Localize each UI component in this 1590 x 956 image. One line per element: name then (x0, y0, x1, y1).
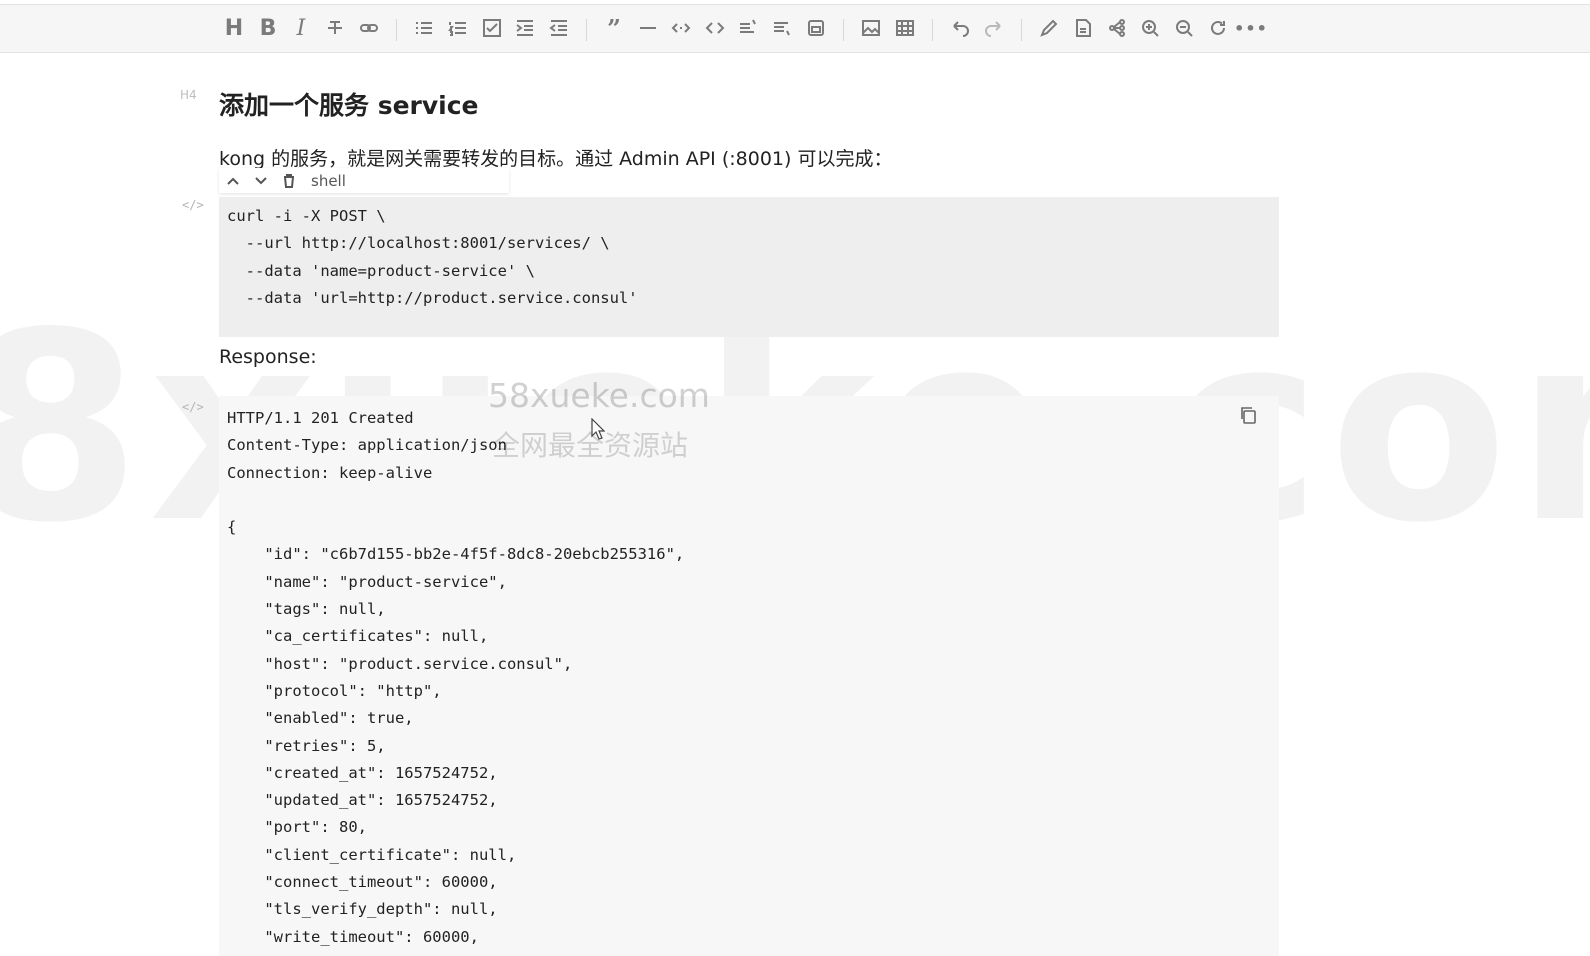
code-line: "created_at": 1657524752, (227, 763, 498, 782)
toolbar-divider (843, 19, 844, 41)
code-line: HTTP/1.1 201 Created (227, 409, 414, 427)
zoom-out-icon[interactable] (1170, 14, 1198, 42)
edit-icon[interactable] (1035, 14, 1063, 42)
code-line: "enabled": true, (227, 709, 414, 728)
code-line: "protocol": "http", (227, 681, 442, 700)
quote-icon[interactable]: ” (600, 14, 628, 43)
code-line: "updated_at": 1657524752, (227, 791, 498, 810)
outdent-icon[interactable] (545, 14, 573, 42)
bold-icon[interactable]: B (254, 14, 282, 42)
code-block-marker: </> (182, 198, 204, 212)
code-block-marker: </> (182, 400, 204, 414)
curl-code-block[interactable]: curl -i -X POST \ --url http://localhost… (219, 197, 1279, 337)
code-line: "tags": null, (227, 600, 386, 619)
code-line: Content-Type: application/json (227, 436, 507, 455)
image-icon[interactable] (857, 14, 885, 42)
code-line: Connection: keep-alive (227, 463, 433, 482)
pdf-icon[interactable] (1069, 14, 1097, 42)
code-line: "host": "product.service.consul", (227, 654, 573, 673)
zoom-in-icon[interactable] (1136, 14, 1164, 42)
unordered-list-icon[interactable] (410, 14, 438, 42)
ordered-list-icon[interactable] (444, 14, 472, 42)
italic-icon[interactable]: I (287, 14, 315, 42)
refresh-icon[interactable] (1204, 14, 1232, 42)
horizontal-rule-icon[interactable] (634, 14, 662, 42)
strikethrough-icon[interactable] (321, 14, 349, 42)
heading-level-marker: H4 (180, 88, 197, 102)
toolbar-divider (932, 19, 933, 41)
export-icon[interactable] (802, 14, 830, 42)
code-line: "client_certificate": null, (227, 845, 517, 864)
code-line: "name": "product-service", (227, 572, 507, 591)
code-block-icon[interactable] (701, 14, 729, 42)
code-line: "tls_verify_depth": null, (227, 900, 498, 919)
code-line: --url http://localhost:8001/services/ \ (227, 234, 610, 253)
response-code-block[interactable]: HTTP/1.1 201 Created Content-Type: appli… (219, 396, 1279, 956)
more-icon[interactable]: ••• (1234, 14, 1267, 42)
code-block-toolbar: shell (219, 168, 509, 193)
undo-icon[interactable] (946, 14, 974, 42)
code-line: { (227, 518, 237, 537)
code-line: --data 'url=http://product.service.consu… (227, 288, 638, 307)
code-language-label[interactable]: shell (311, 172, 346, 190)
code-line: "id": "c6b7d155-bb2e-4f5f-8dc8-20ebcb255… (227, 545, 685, 564)
code-line: curl -i -X POST \ (227, 207, 386, 225)
delete-icon[interactable] (275, 168, 303, 193)
code-line: "port": 80, (227, 818, 367, 837)
link-icon[interactable] (355, 14, 383, 42)
code-line: --data 'name=product-service' \ (227, 261, 535, 280)
redo-icon[interactable] (980, 14, 1008, 42)
code-line: "write_timeout": 60000, (227, 927, 479, 946)
insert-after-icon[interactable] (768, 14, 796, 42)
intro-paragraph: kong 的服务，就是网关需要转发的目标。通过 Admin API (:8001… (219, 148, 893, 170)
move-down-icon[interactable] (247, 168, 275, 193)
response-label: Response: (219, 346, 317, 368)
toolbar-divider (396, 19, 397, 41)
editor-toolbar: H B I ” ••• (0, 4, 1590, 53)
mindmap-icon[interactable] (1103, 14, 1131, 42)
toolbar-divider (586, 19, 587, 41)
inline-code-icon[interactable] (667, 14, 695, 42)
code-line: "retries": 5, (227, 736, 386, 755)
code-line: "ca_certificates": null, (227, 627, 489, 646)
table-icon[interactable] (891, 14, 919, 42)
insert-before-icon[interactable] (734, 14, 762, 42)
page-heading: 添加一个服务 service (219, 91, 479, 120)
code-line: "connect_timeout": 60000, (227, 873, 498, 892)
indent-icon[interactable] (511, 14, 539, 42)
copy-icon[interactable] (1238, 405, 1260, 429)
toolbar-divider (1021, 19, 1022, 41)
heading-icon[interactable]: H (220, 14, 248, 42)
move-up-icon[interactable] (219, 168, 247, 193)
task-list-icon[interactable] (478, 14, 506, 42)
